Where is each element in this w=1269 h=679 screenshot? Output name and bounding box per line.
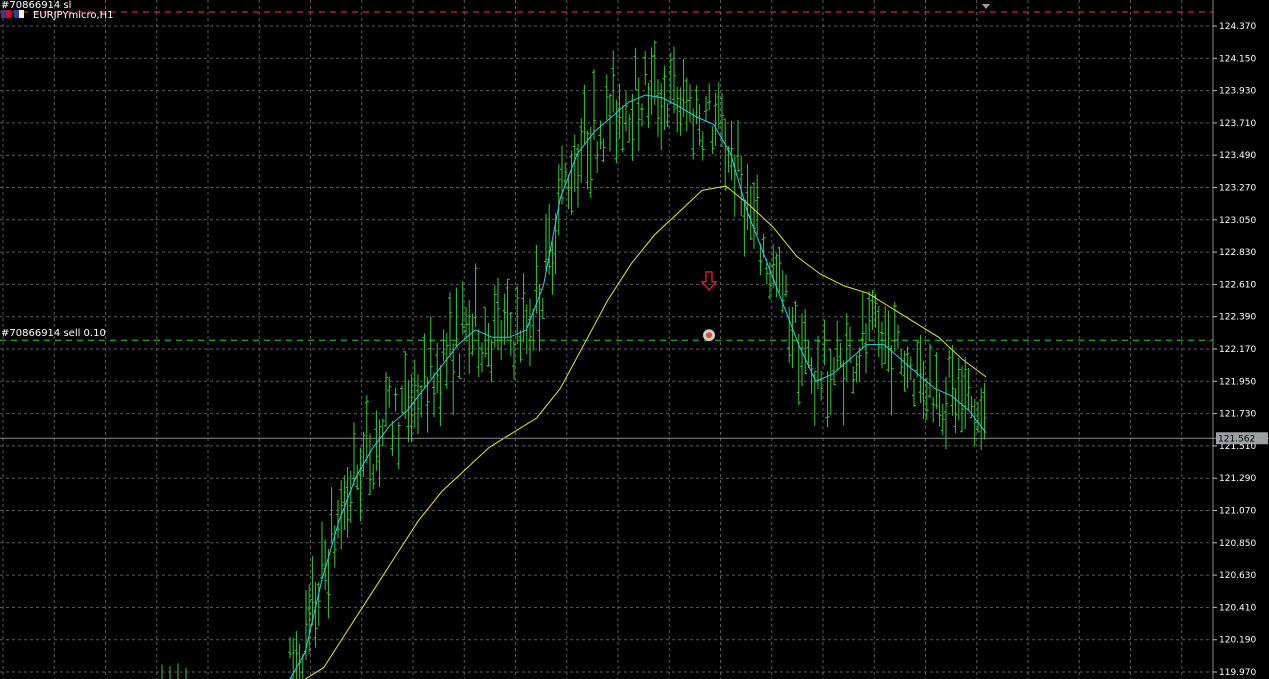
price-chart[interactable]: 124.370 124.150 123.930 123.710 123.490 123.2… bbox=[0, 0, 1269, 679]
order-line-label: #70866914 sell 0.10 bbox=[1, 328, 106, 339]
symbol-timeframe: EURJPYmicro,H1 bbox=[33, 10, 114, 21]
axis-tick-label: 121.950 bbox=[1219, 377, 1256, 387]
flag-icon bbox=[1, 10, 24, 18]
axis-tick-label: 123.490 bbox=[1219, 151, 1256, 161]
sell-arrow-icon[interactable] bbox=[700, 271, 718, 291]
current-price-label: 121.562 bbox=[1218, 434, 1255, 444]
axis-tick-label: 122.170 bbox=[1219, 345, 1256, 355]
axis-tick-label: 121.730 bbox=[1219, 410, 1256, 420]
axis-tick-label: 120.410 bbox=[1219, 603, 1256, 613]
axis-tick-label: 120.630 bbox=[1219, 571, 1256, 581]
axis-tick-label: 123.930 bbox=[1219, 87, 1256, 97]
ma-fast-line bbox=[289, 94, 987, 679]
axis-tick-label: 124.150 bbox=[1219, 54, 1256, 64]
price-axis: 124.370 124.150 123.930 123.710 123.490 123.2… bbox=[1213, 22, 1256, 678]
chart-shift-marker[interactable] bbox=[982, 4, 990, 9]
price-bars bbox=[161, 40, 987, 679]
close-marker-icon[interactable] bbox=[703, 329, 715, 342]
axis-tick-label: 123.050 bbox=[1219, 216, 1256, 226]
axis-tick-label: 124.370 bbox=[1219, 22, 1256, 32]
axis-tick-label: 123.270 bbox=[1219, 184, 1256, 194]
axis-tick-label: 121.070 bbox=[1219, 507, 1256, 517]
axis-tick-label: 120.850 bbox=[1219, 539, 1256, 549]
axis-tick-label: 120.190 bbox=[1219, 636, 1256, 646]
axis-tick-label: 122.830 bbox=[1219, 248, 1256, 258]
axis-tick-label: 123.710 bbox=[1219, 119, 1256, 129]
axis-tick-label: 121.290 bbox=[1219, 474, 1256, 484]
axis-tick-label: 122.390 bbox=[1219, 313, 1256, 323]
axis-tick-label: 119.970 bbox=[1219, 668, 1256, 678]
axis-tick-label: 122.610 bbox=[1219, 280, 1256, 290]
ma-slow-line bbox=[304, 185, 987, 679]
